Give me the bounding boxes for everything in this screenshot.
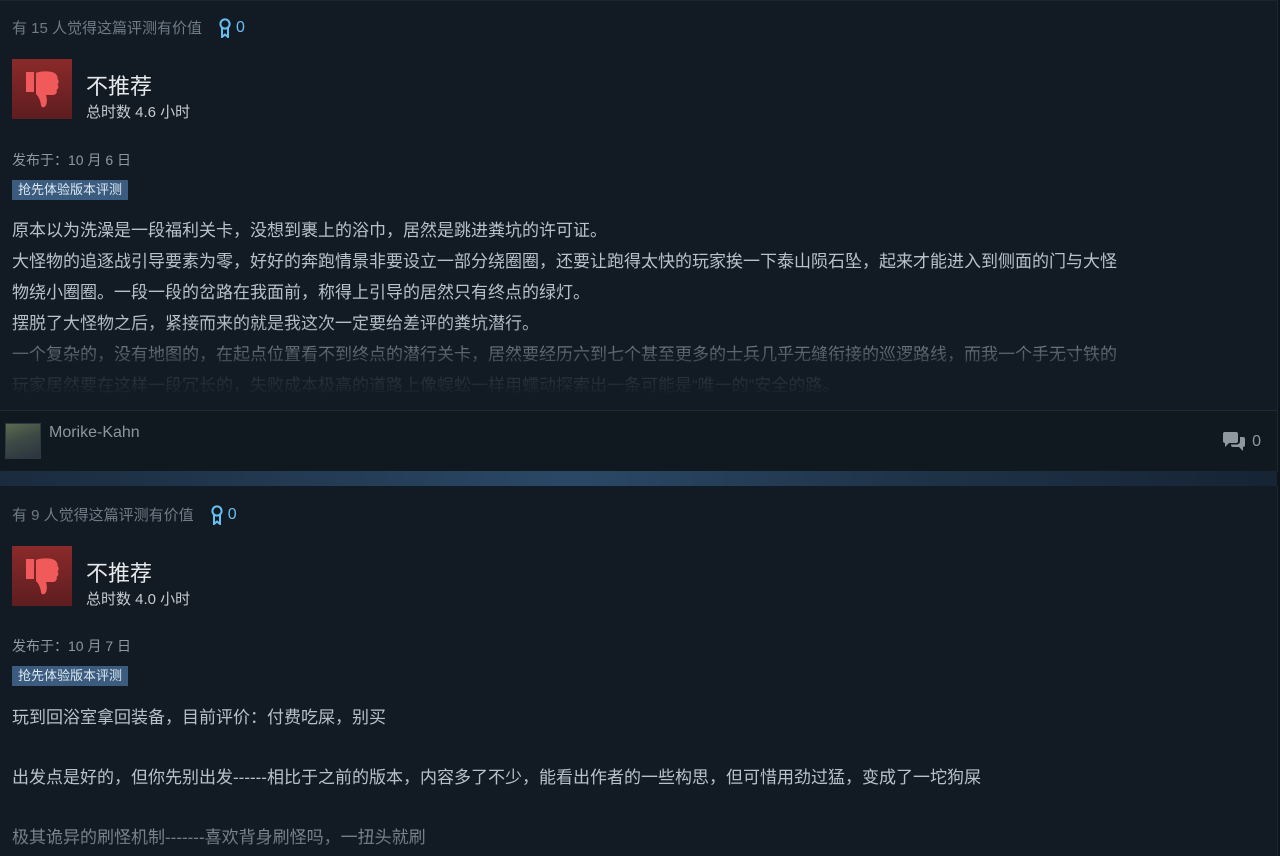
award-ribbon-icon bbox=[219, 17, 231, 38]
award-button[interactable]: 0 bbox=[210, 504, 237, 525]
award-button[interactable]: 0 bbox=[218, 17, 245, 38]
thumbs-down-badge[interactable] bbox=[12, 59, 72, 119]
review-body: 玩到回浴室拿回装备，目前评价：付费吃屎，别买 出发点是好的，但你先别出发----… bbox=[12, 702, 1267, 852]
thumbs-down-badge[interactable] bbox=[12, 546, 72, 606]
review-line: 大怪物的追逐战引导要素为零，好好的奔跑情景非要设立一部分绕圈圈，还要让跑得太快的… bbox=[12, 252, 1117, 271]
review-body: 原本以为洗澡是一段福利关卡，没想到裹上的浴巾，居然是跳进粪坑的许可证。 大怪物的… bbox=[12, 215, 1267, 393]
review-line: 玩到回浴室拿回装备，目前评价：付费吃屎，别买 bbox=[12, 708, 386, 727]
posted-date: 发布于：10 月 6 日 bbox=[12, 152, 132, 168]
early-access-tag: 抢先体验版本评测 bbox=[12, 180, 129, 200]
comments-button[interactable]: 0 bbox=[1222, 432, 1261, 452]
helpful-text: 有 9 人觉得这篇评测有价值 bbox=[12, 507, 194, 524]
award-count: 0 bbox=[236, 18, 245, 36]
review-verdict: 不推荐 bbox=[86, 74, 153, 99]
author-row: Morike-Kahn 0 bbox=[0, 411, 1277, 472]
review-line: 一个复杂的，没有地图的，在起点位置看不到终点的潜行关卡，居然要经历六到七个甚至更… bbox=[12, 345, 1117, 364]
review-card: 有 9 人觉得这篇评测有价值 0 不推荐 总时数 4.0 小时 发布于：10 月… bbox=[0, 486, 1278, 856]
review-card: 有 15 人觉得这篇评测有价值 0 不推荐 总时数 4.6 小时 发布于：10 … bbox=[0, 0, 1278, 472]
helpful-count: 有 15 人觉得这篇评测有价值 0 bbox=[12, 17, 245, 38]
review-separator bbox=[0, 471, 1277, 486]
avatar[interactable] bbox=[5, 423, 41, 459]
posted-date: 发布于：10 月 7 日 bbox=[12, 638, 132, 654]
review-line: 出发点是好的，但你先别出发------相比于之前的版本，内容多了不少，能看出作者… bbox=[12, 768, 981, 787]
review-list-page: 有 15 人觉得这篇评测有价值 0 不推荐 总时数 4.6 小时 发布于：10 … bbox=[0, 0, 1280, 856]
review-line bbox=[12, 792, 1267, 822]
author-name[interactable]: Morike-Kahn bbox=[49, 424, 140, 442]
review-line bbox=[12, 732, 1267, 762]
thumbs-down-icon bbox=[26, 71, 59, 108]
review-line: 极其诡异的刷怪机制-------喜欢背身刷怪吗，一扭头就刷 bbox=[12, 828, 426, 847]
early-access-tag: 抢先体验版本评测 bbox=[12, 666, 129, 686]
award-ribbon-icon bbox=[211, 504, 223, 525]
helpful-text: 有 15 人觉得这篇评测有价值 bbox=[12, 20, 203, 37]
comment-bubbles-icon bbox=[1223, 432, 1246, 451]
award-count: 0 bbox=[227, 505, 237, 523]
review-line: 玩家居然要在这样一段冗长的，失败成本极高的道路上像蜈蚣一样用蠕动探索出一条可能是… bbox=[12, 376, 840, 393]
review-line: 原本以为洗澡是一段福利关卡，没想到裹上的浴巾，居然是跳进粪坑的许可证。 bbox=[12, 221, 607, 240]
thumbs-down-icon bbox=[26, 558, 59, 595]
playtime-hours: 总时数 4.6 小时 bbox=[86, 104, 191, 121]
review-line: 摆脱了大怪物之后，紧接而来的就是我这次一定要给差评的粪坑潜行。 bbox=[12, 314, 539, 333]
review-verdict: 不推荐 bbox=[86, 561, 153, 586]
comment-count: 0 bbox=[1252, 433, 1261, 450]
helpful-count: 有 9 人觉得这篇评测有价值 0 bbox=[12, 504, 237, 525]
playtime-hours: 总时数 4.0 小时 bbox=[86, 591, 191, 608]
review-line: 物绕小圈圈。一段一段的岔路在我面前，称得上引导的居然只有终点的绿灯。 bbox=[12, 283, 590, 302]
